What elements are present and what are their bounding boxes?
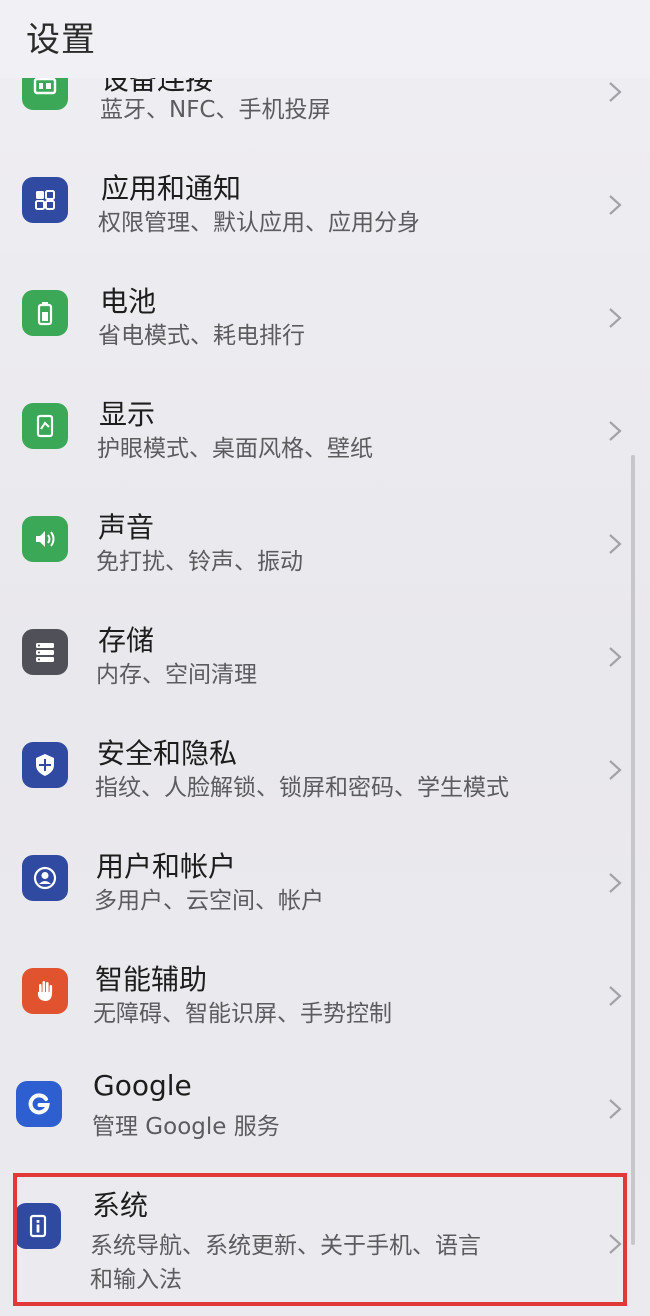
settings-item-storage[interactable]: 存储 内存、空间清理 [0, 615, 650, 728]
chevron-right-icon [609, 647, 622, 667]
chevron-right-icon [609, 308, 622, 328]
settings-item-subtitle: 指纹、人脸解锁、锁屏和密码、学生模式 [95, 775, 509, 801]
settings-item-title: 显示 [99, 398, 156, 431]
apps-grid-icon [22, 177, 68, 223]
settings-item-system[interactable]: 系统 系统导航、系统更新、关于手机、语言 和输入法 [0, 1180, 650, 1310]
app-header: 设置 [0, 0, 650, 78]
chevron-right-icon [609, 82, 622, 102]
chevron-right-icon [609, 1234, 622, 1254]
chevron-right-icon [609, 873, 622, 893]
user-icon [22, 855, 68, 901]
settings-item-subtitle: 管理 Google 服务 [92, 1114, 280, 1140]
settings-item-sound[interactable]: 声音 免打扰、铃声、振动 [0, 502, 650, 615]
chevron-right-icon [609, 986, 622, 1006]
settings-item-title: 应用和通知 [101, 172, 242, 205]
chevron-right-icon [609, 760, 622, 780]
settings-item-subtitle: 省电模式、耗电排行 [98, 323, 305, 349]
settings-item-subtitle: 免打扰、铃声、振动 [96, 549, 303, 575]
speaker-icon [22, 516, 68, 562]
settings-screen: 设备连接 蓝牙、NFC、手机投屏 应用和通知 权限管理、默认应用、应用分身 电池… [0, 0, 650, 1316]
settings-item-battery[interactable]: 电池 省电模式、耗电排行 [0, 276, 650, 389]
settings-item-subtitle: 内存、空间清理 [96, 662, 257, 688]
chevron-right-icon [609, 195, 622, 215]
settings-item-users-accounts[interactable]: 用户和帐户 多用户、云空间、帐户 [0, 841, 650, 954]
shield-icon [22, 742, 68, 788]
settings-item-subtitle: 多用户、云空间、帐户 [94, 888, 324, 914]
hand-icon [22, 968, 68, 1014]
settings-item-subtitle: 护眼模式、桌面风格、壁纸 [97, 436, 373, 462]
settings-item-title: 电池 [100, 285, 157, 318]
settings-item-subtitle: 无障碍、智能识屏、手势控制 [93, 1001, 392, 1027]
chevron-right-icon [609, 421, 622, 441]
settings-item-apps-notifications[interactable]: 应用和通知 权限管理、默认应用、应用分身 [0, 163, 650, 276]
settings-item-title: Google [93, 1069, 192, 1102]
settings-item-subtitle: 系统导航、系统更新、关于手机、语言 [90, 1233, 481, 1259]
settings-item-display[interactable]: 显示 护眼模式、桌面风格、壁纸 [0, 389, 650, 502]
storage-icon [22, 629, 68, 675]
settings-item-title: 存储 [98, 624, 155, 657]
settings-list: 设备连接 蓝牙、NFC、手机投屏 应用和通知 权限管理、默认应用、应用分身 电池… [0, 0, 650, 1316]
settings-item-subtitle: 权限管理、默认应用、应用分身 [98, 210, 420, 236]
scrollbar[interactable] [631, 455, 635, 1245]
battery-icon [22, 290, 68, 336]
settings-item-title: 系统 [92, 1189, 149, 1222]
page-title: 设置 [26, 20, 96, 60]
settings-item-subtitle: 蓝牙、NFC、手机投屏 [100, 97, 331, 123]
settings-item-title: 智能辅助 [95, 963, 208, 996]
chevron-right-icon [609, 534, 622, 554]
google-icon [16, 1081, 62, 1127]
settings-item-title: 用户和帐户 [96, 850, 237, 883]
display-icon [22, 403, 68, 449]
settings-item-title: 安全和隐私 [97, 737, 238, 770]
system-icon [15, 1203, 61, 1249]
settings-item-google[interactable]: Google 管理 Google 服务 [0, 1067, 650, 1180]
chevron-right-icon [609, 1099, 622, 1119]
settings-item-subtitle-line2: 和输入法 [90, 1267, 182, 1293]
settings-item-smart-assist[interactable]: 智能辅助 无障碍、智能识屏、手势控制 [0, 954, 650, 1067]
settings-item-security-privacy[interactable]: 安全和隐私 指纹、人脸解锁、锁屏和密码、学生模式 [0, 728, 650, 841]
settings-item-title: 声音 [98, 511, 155, 544]
